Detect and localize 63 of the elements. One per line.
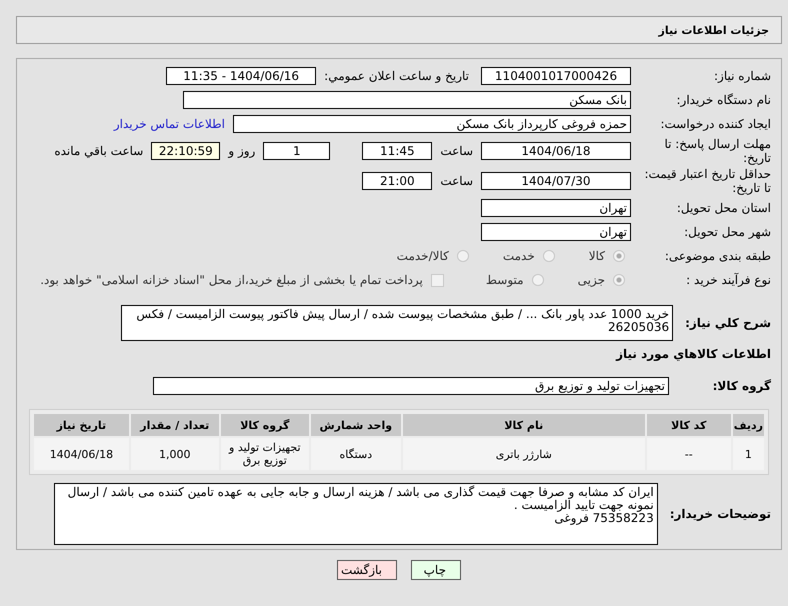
field-label: نوع فرآیند خرید : bbox=[685, 273, 771, 287]
remaining-time-field: 22:10:59 bbox=[151, 142, 220, 160]
field-label: شهر محل تحویل: bbox=[683, 225, 771, 239]
time-field: 11:45 bbox=[362, 142, 432, 160]
need-number-field: 1104001017000426 bbox=[481, 67, 631, 85]
buyer-org-field: بانک مسکن bbox=[183, 91, 631, 109]
radio-button[interactable] bbox=[613, 274, 625, 286]
requester-field: حمزه فروغی کارپرداز بانک مسکن bbox=[233, 115, 631, 133]
field-label: مهلت ارسال پاسخ: تا تاریخ: bbox=[663, 137, 771, 165]
description-field: خرید 1000 عدد پاور بانک ... / طبق مشخصات پیوست شده / ارسال پیش فاکتور پیوست الزامیست / فکس 26205036 bbox=[121, 305, 674, 341]
radio-button[interactable] bbox=[532, 274, 544, 286]
back-button[interactable]: بازگشت bbox=[337, 560, 397, 580]
field-label: شماره نیاز: bbox=[713, 69, 771, 83]
time-label: ساعت bbox=[440, 174, 473, 188]
field-label: نام دستگاه خریدار: bbox=[676, 93, 771, 107]
table-cell: تجهیزات تولید و توزیع برق bbox=[220, 438, 309, 470]
radio-button[interactable] bbox=[456, 250, 469, 262]
field-label: ایجاد کننده درخواست: bbox=[659, 117, 771, 131]
radio-label: کالا/خدمت bbox=[396, 249, 449, 263]
radio-label: خدمت bbox=[502, 249, 535, 263]
announce-date-field: 1404/06/16 - 11:35 bbox=[166, 67, 316, 85]
field-label: طبقه بندی موضوعی: bbox=[664, 249, 771, 263]
date-field: 1404/06/18 bbox=[481, 142, 631, 160]
field-label: شرح کلي نیاز: bbox=[685, 316, 771, 330]
time-label: ساعت bbox=[440, 144, 473, 158]
checkbox[interactable] bbox=[430, 274, 444, 286]
days-label: روز و bbox=[228, 144, 256, 158]
province-field: تهران bbox=[481, 199, 631, 217]
table-cell: -- bbox=[646, 438, 731, 470]
column-header: واحد شمارش bbox=[310, 414, 401, 436]
buyer-contact-link[interactable]: اطلاعات تماس خریدار bbox=[114, 117, 225, 131]
section-heading: اطلاعات کالاهاي مورد نیاز bbox=[616, 347, 771, 361]
column-header: کد کالا bbox=[646, 414, 731, 436]
field-label: استان محل تحویل: bbox=[676, 201, 771, 215]
time-field: 21:00 bbox=[362, 172, 432, 190]
print-button[interactable]: چاپ bbox=[411, 560, 461, 580]
column-header: نام کالا bbox=[402, 414, 645, 436]
field-label: حداقل تاریخ اعتبار قیمت: تا تاریخ: bbox=[643, 167, 771, 195]
remaining-label: ساعت باقي مانده bbox=[54, 144, 144, 158]
table-cell: 1404/06/18 bbox=[34, 438, 129, 470]
radio-button[interactable] bbox=[613, 250, 625, 262]
city-field: تهران bbox=[481, 223, 631, 241]
field-label: توضیحات خریدار: bbox=[670, 507, 771, 521]
table-cell: 1,000 bbox=[130, 438, 219, 470]
column-header: ردیف bbox=[732, 414, 764, 436]
column-header: تاریخ نیاز bbox=[34, 414, 129, 436]
page-title: جزئیات اطلاعات نیاز bbox=[658, 24, 769, 36]
buyer-notes-field: ایران کد مشابه و صرفا جهت قیمت گذاری می باشد / هزینه ارسال و جابه جایی به عهده تامین کننده می باشد / ارسال نمونه جهت تایید الزامیست . 75358223 فروغی bbox=[54, 483, 658, 545]
days-field: 1 bbox=[263, 142, 330, 160]
date-field: 1404/07/30 bbox=[481, 172, 631, 190]
radio-label: متوسط bbox=[486, 273, 524, 287]
radio-label: جزیی bbox=[578, 273, 605, 287]
field-label: گروه کالا: bbox=[712, 379, 771, 393]
column-header: گروه کالا bbox=[220, 414, 309, 436]
column-header: تعداد / مقدار bbox=[130, 414, 219, 436]
goods-group-field: تجهیزات تولید و توزیع برق bbox=[153, 377, 669, 395]
radio-label: کالا bbox=[588, 249, 605, 263]
table-cell: شارژر باتری bbox=[402, 438, 645, 470]
table-cell: 1 bbox=[732, 438, 764, 470]
radio-button[interactable] bbox=[542, 250, 555, 262]
table-cell: دستگاه bbox=[310, 438, 401, 470]
checkbox-label: پرداخت تمام یا بخشی از مبلغ خرید،از محل "اسناد خزانه اسلامی" خواهد بود. bbox=[40, 273, 423, 287]
field-label: تاریخ و ساعت اعلان عمومي: bbox=[324, 69, 469, 83]
